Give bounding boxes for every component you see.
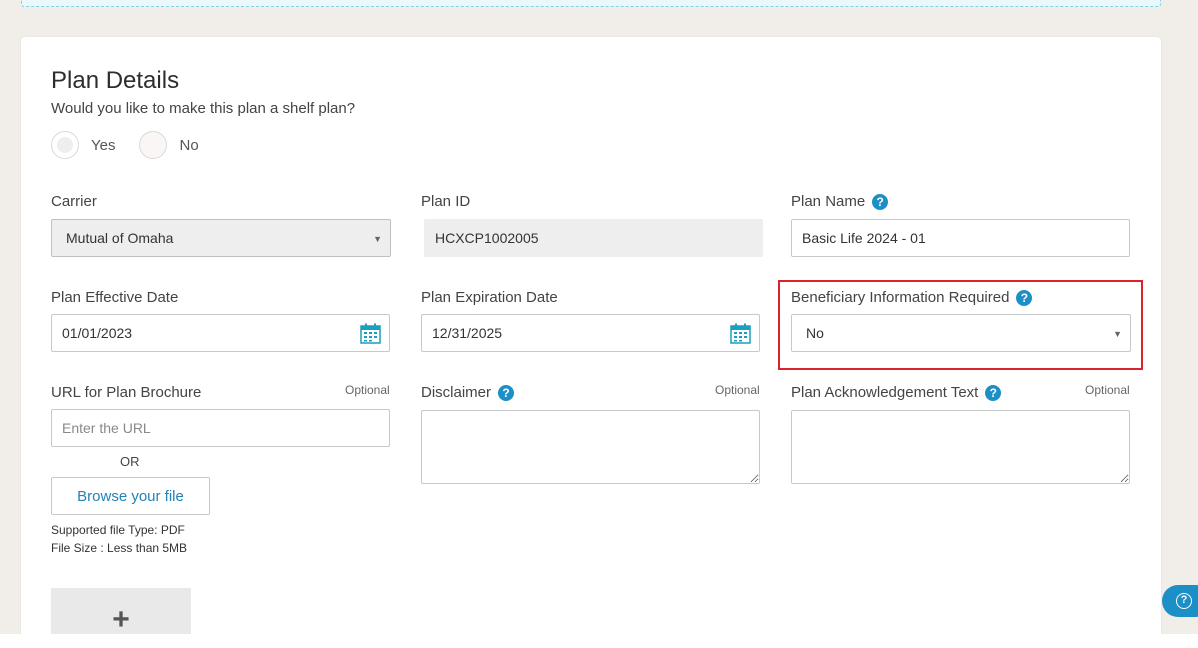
calendar-icon[interactable] [730, 323, 751, 344]
plan-name-value: Basic Life 2024 - 01 [802, 230, 926, 246]
page-title: Plan Details [51, 67, 180, 94]
file-size-note: File Size : Less than 5MB [51, 541, 188, 555]
acknowledgement-label: Plan Acknowledgement Text ? [791, 384, 1002, 401]
or-separator: OR [120, 454, 140, 469]
plan-id-value: HCXCP1002005 [435, 230, 539, 246]
carrier-select[interactable]: Mutual of Omaha ▼ [51, 219, 391, 257]
carrier-label: Carrier [51, 193, 97, 210]
calendar-icon[interactable] [360, 323, 381, 344]
brochure-url-label: URL for Plan Brochure [51, 384, 202, 401]
plan-id-label: Plan ID [421, 193, 471, 210]
top-info-strip [21, 0, 1161, 7]
file-type-note: Supported file Type: PDF [51, 523, 185, 537]
radio-yes-label: Yes [91, 136, 116, 154]
plus-icon: + [112, 603, 130, 636]
expiration-date-label: Plan Expiration Date [421, 289, 558, 306]
plan-name-label: Plan Name ? [791, 193, 889, 210]
plan-id-field: HCXCP1002005 [424, 219, 763, 257]
browse-file-button[interactable]: Browse your file [51, 477, 210, 515]
help-fab-button[interactable]: ? [1162, 585, 1198, 617]
highlight-box [778, 280, 1143, 370]
question-circle-icon: ? [1176, 593, 1192, 609]
effective-date-input[interactable]: 01/01/2023 [51, 314, 390, 352]
brochure-url-input[interactable]: Enter the URL [51, 409, 390, 447]
radio-no[interactable] [139, 131, 168, 159]
radio-yes[interactable] [51, 131, 79, 159]
help-icon[interactable]: ? [872, 193, 889, 210]
carrier-value: Mutual of Omaha [66, 230, 174, 246]
expiration-date-value: 12/31/2025 [432, 325, 503, 341]
help-icon[interactable]: ? [985, 384, 1002, 401]
shelf-plan-radio-group: Yes No [51, 131, 223, 159]
brochure-optional-tag: Optional [345, 383, 390, 397]
radio-no-label: No [179, 136, 199, 154]
disclaimer-textarea[interactable] [421, 410, 760, 484]
expiration-date-input[interactable]: 12/31/2025 [421, 314, 760, 352]
shelf-plan-question: Would you like to make this plan a shelf… [51, 100, 356, 117]
acknowledgement-textarea[interactable] [791, 410, 1130, 484]
acknowledgement-optional-tag: Optional [1085, 383, 1130, 397]
brochure-url-placeholder: Enter the URL [62, 420, 151, 436]
effective-date-label: Plan Effective Date [51, 289, 179, 306]
bottom-edge [0, 634, 1198, 648]
plan-name-input[interactable]: Basic Life 2024 - 01 [791, 219, 1130, 257]
help-icon[interactable]: ? [498, 384, 515, 401]
effective-date-value: 01/01/2023 [62, 325, 133, 341]
disclaimer-label: Disclaimer ? [421, 384, 515, 401]
chevron-down-icon: ▼ [373, 234, 382, 244]
disclaimer-optional-tag: Optional [715, 383, 760, 397]
